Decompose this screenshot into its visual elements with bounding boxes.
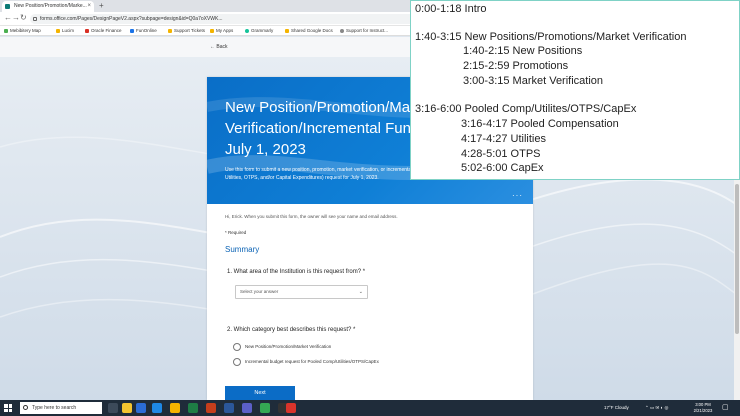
- tab-close-icon[interactable]: ×: [87, 1, 91, 12]
- more-options-icon[interactable]: ···: [512, 191, 523, 200]
- question-2-option-2[interactable]: Incremental budget request for Pooled Co…: [233, 358, 379, 366]
- taskbar-search-input[interactable]: Type here to search: [20, 402, 102, 414]
- chapter-item: 3:16-6:00 Pooled Comp/Utilites/OTPS/CapE…: [415, 103, 637, 115]
- dropdown-placeholder: Select your answer: [240, 289, 279, 294]
- system-tray-icons[interactable]: ⌃ ▭ ✉ ◐ ◎: [645, 400, 668, 416]
- forward-arrow-icon[interactable]: →: [12, 13, 20, 22]
- identity-note: Hi, Erick. When you submit this form, th…: [225, 214, 398, 219]
- edge-icon[interactable]: [136, 403, 146, 413]
- bookmark-icon: [4, 29, 8, 33]
- bookmark-item[interactable]: Grammarly: [245, 28, 273, 34]
- bookmark-item[interactable]: Mebibitery Map: [4, 28, 41, 34]
- chevron-down-icon: ⌄: [358, 289, 363, 295]
- chapters-panel: 0:00-1:18 Intro 1:40-3:15 New Positions/…: [410, 0, 740, 180]
- bookmark-icon: [85, 29, 89, 33]
- forms-favicon-icon: [5, 4, 10, 9]
- back-arrow-icon[interactable]: ←: [4, 13, 12, 22]
- question-2-option-1[interactable]: New Position/Promotion/Market Verificati…: [233, 343, 331, 351]
- question-1-label: 1. What area of the Institution is this …: [227, 269, 366, 275]
- bookmark-item[interactable]: Lucim: [56, 28, 74, 34]
- chapter-item: 4:17-4:27 Utilities: [461, 133, 546, 145]
- chapter-item: 1:40-3:15 New Positions/Promotions/Marke…: [415, 31, 687, 43]
- file-explorer-icon[interactable]: [122, 403, 132, 413]
- bookmark-icon: [340, 29, 344, 33]
- radio-button[interactable]: [233, 358, 241, 366]
- question-2-label: 2. Which category best describes this re…: [227, 327, 356, 333]
- bookmark-item[interactable]: Support Tickets: [168, 28, 205, 34]
- folder-icon: [285, 29, 289, 33]
- tab-title: New Position/Promotion/Marke...: [14, 3, 87, 9]
- folder-icon: [168, 29, 172, 33]
- chapter-item: 3:00-3:15 Market Verification: [463, 75, 604, 87]
- bookmark-item[interactable]: Oracle Finance: [85, 28, 122, 34]
- folder-icon: [210, 29, 214, 33]
- chapter-item: 1:40-2:15 New Positions: [463, 45, 583, 57]
- next-button[interactable]: Next: [225, 386, 295, 400]
- folder-icon[interactable]: [170, 403, 180, 413]
- excel-icon[interactable]: [188, 403, 198, 413]
- chapter-item: 3:16-4:17 Pooled Compensation: [461, 118, 619, 130]
- section-title: Summary: [225, 245, 260, 254]
- bookmark-item[interactable]: FunOnline: [130, 28, 157, 34]
- url-text: forms.office.com/Pages/DesignPageV2.aspx…: [40, 16, 223, 22]
- outlook-icon[interactable]: [152, 403, 162, 413]
- chapter-item: 0:00-1:18 Intro: [415, 3, 487, 15]
- word-icon[interactable]: [224, 403, 234, 413]
- windows-start-icon[interactable]: [4, 404, 12, 412]
- question-1-dropdown[interactable]: Select your answer ⌄: [235, 285, 368, 299]
- task-view-icon[interactable]: [108, 403, 118, 413]
- radio-button[interactable]: [233, 343, 241, 351]
- bookmark-icon: [130, 29, 134, 33]
- scrollbar-thumb[interactable]: [735, 184, 739, 334]
- teams-icon[interactable]: [242, 403, 252, 413]
- required-note: * Required: [225, 230, 247, 235]
- chrome-icon[interactable]: [260, 403, 270, 413]
- search-icon: [23, 405, 28, 410]
- powerpoint-icon[interactable]: [206, 403, 216, 413]
- chapter-item: 4:28-5:01 OTPS: [461, 148, 541, 160]
- weather-widget[interactable]: 17°F Cloudy: [604, 400, 629, 416]
- bookmark-item[interactable]: Shared Google Docs: [285, 28, 333, 34]
- bookmark-item[interactable]: My Apps: [210, 28, 233, 34]
- new-tab-button[interactable]: +: [99, 0, 104, 12]
- bookmark-item[interactable]: Support for Instruct...: [340, 28, 388, 34]
- reload-icon[interactable]: ↻: [20, 13, 27, 22]
- notifications-icon[interactable]: ▢: [722, 400, 729, 416]
- page-scrollbar[interactable]: [734, 180, 740, 400]
- grammarly-icon: [245, 29, 249, 33]
- browser-tab[interactable]: New Position/Promotion/Marke... ×: [2, 1, 94, 12]
- back-button[interactable]: ← Back: [210, 44, 228, 50]
- windows-taskbar: Type here to search 17°F Cloudy ⌃ ▭ ✉ ◐ …: [0, 400, 740, 416]
- chapter-item: 2:15-2:59 Promotions: [463, 60, 569, 72]
- lock-icon: [33, 17, 37, 21]
- folder-icon: [56, 29, 60, 33]
- chapter-item: 5:02-6:00 CapEx: [461, 162, 544, 174]
- taskbar-clock[interactable]: 3:00 PM 2/21/2023: [690, 402, 716, 413]
- recorder-icon[interactable]: [286, 403, 296, 413]
